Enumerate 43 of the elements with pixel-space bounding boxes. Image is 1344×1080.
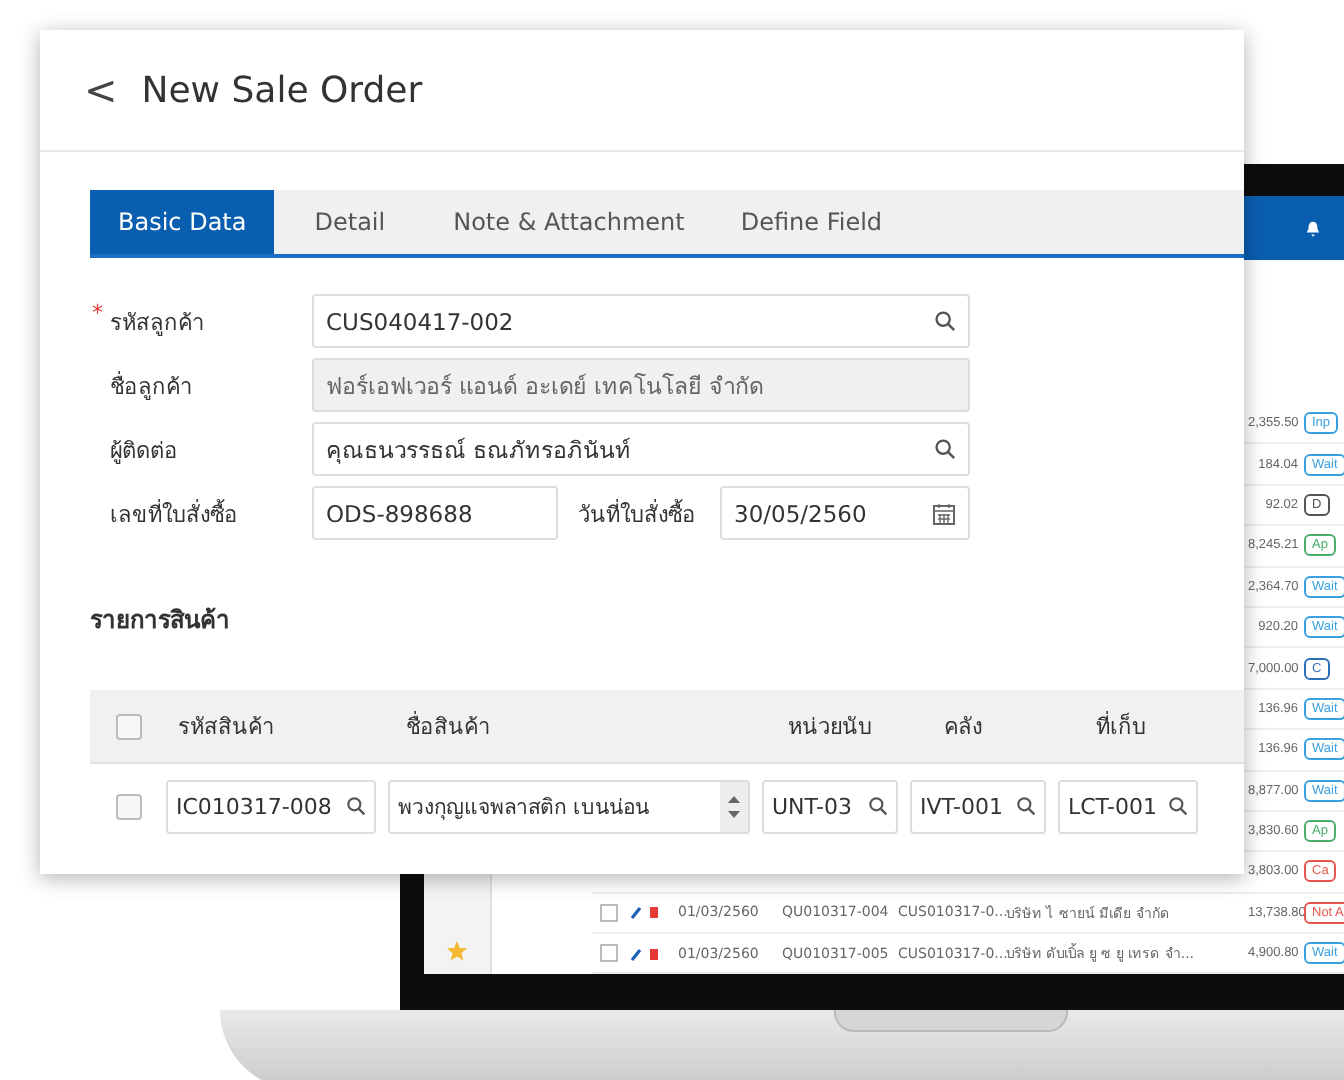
- search-icon[interactable]: [868, 796, 888, 816]
- input-field[interactable]: IVT-001: [910, 779, 1046, 833]
- field-label: ผู้ติดต่อ: [108, 435, 180, 467]
- input-field[interactable]: ODS-898688: [312, 486, 558, 540]
- edit-delete-icons[interactable]: [630, 904, 662, 921]
- tab[interactable]: Define Field: [712, 190, 911, 254]
- field-label: * รหัสลูกค้า: [90, 303, 206, 339]
- column-header: รหัสสินค้า: [176, 712, 276, 744]
- section-title: รายการสินค้า: [90, 604, 232, 638]
- spinner-arrows-icon[interactable]: [720, 781, 748, 831]
- text-area[interactable]: พวงกุญแจพลาสติก เบนน่อน: [388, 779, 750, 833]
- required-asterisk: *: [92, 299, 103, 325]
- field-label: ชื่อลูกค้า: [108, 369, 194, 403]
- column-header: หน่วยนับ: [788, 712, 874, 744]
- date-field[interactable]: 30/05/2560: [720, 486, 970, 540]
- column-header: ที่เก็บ: [1096, 709, 1146, 744]
- checkbox[interactable]: [116, 713, 142, 739]
- input-field[interactable]: คุณธนวรรธณ์ ธณภัทรอภินันท์: [312, 422, 970, 476]
- checkbox[interactable]: [116, 793, 142, 819]
- tab[interactable]: Basic Data: [90, 190, 275, 254]
- input-field[interactable]: UNT-03: [762, 779, 898, 833]
- field-label: เลขที่ใบสั่งซื้อ: [108, 497, 240, 531]
- input-field[interactable]: CUS040417-002: [312, 294, 970, 348]
- row-checkbox[interactable]: [600, 944, 618, 963]
- input-field[interactable]: IC010317-008: [166, 779, 376, 833]
- edit-delete-icons[interactable]: [630, 945, 662, 962]
- bell-icon[interactable]: [1304, 219, 1322, 237]
- calendar-icon[interactable]: [932, 501, 956, 525]
- search-icon[interactable]: [346, 796, 366, 816]
- search-icon[interactable]: [934, 310, 956, 332]
- column-header: ชื่อสินค้า: [406, 709, 492, 744]
- back-button[interactable]: <: [84, 66, 118, 114]
- search-icon[interactable]: [1168, 796, 1188, 816]
- row-checkbox[interactable]: [600, 903, 618, 922]
- dialog-title: New Sale Order: [141, 69, 423, 111]
- star-icon[interactable]: [446, 940, 468, 963]
- search-icon[interactable]: [1016, 796, 1036, 816]
- search-icon[interactable]: [934, 438, 956, 460]
- field-label: วันที่ใบสั่งซื้อ: [576, 497, 698, 531]
- input-field[interactable]: LCT-001: [1058, 779, 1198, 833]
- tab[interactable]: Detail: [274, 190, 426, 254]
- column-header: คลัง: [944, 712, 984, 744]
- tab[interactable]: Note & Attachment: [425, 190, 713, 254]
